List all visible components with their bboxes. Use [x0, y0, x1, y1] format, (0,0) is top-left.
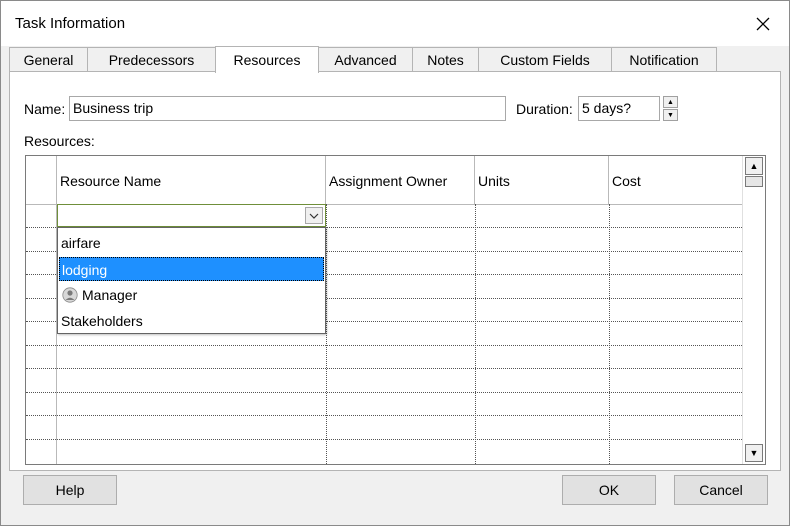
grid-column-line: [475, 204, 476, 464]
combobox-dropdown-button[interactable]: [305, 207, 323, 224]
resource-dropdown-list: airfare lodging Manager Stakeholders: [57, 227, 326, 334]
tab-custom-fields[interactable]: Custom Fields: [478, 47, 612, 71]
spin-down-button[interactable]: ▼: [663, 109, 678, 121]
tab-notes[interactable]: Notes: [412, 47, 479, 71]
dialog-title: Task Information: [15, 15, 126, 32]
triangle-down-icon: ▼: [667, 111, 674, 119]
dropdown-option-airfare[interactable]: airfare: [59, 231, 324, 255]
spin-up-button[interactable]: ▲: [663, 96, 678, 108]
duration-input[interactable]: 5 days?: [578, 96, 660, 121]
column-header-cost[interactable]: Cost: [609, 156, 742, 204]
close-button[interactable]: [741, 5, 785, 43]
tab-resources[interactable]: Resources: [215, 46, 319, 73]
tab-notification[interactable]: Notification: [611, 47, 717, 71]
resource-name-combobox[interactable]: [57, 204, 326, 227]
name-input[interactable]: Business trip: [69, 96, 506, 121]
dropdown-option-lodging[interactable]: lodging: [59, 257, 324, 281]
close-icon: [756, 17, 770, 31]
tab-advanced[interactable]: Advanced: [318, 47, 413, 71]
ok-button[interactable]: OK: [562, 475, 656, 505]
row-selector-column: [26, 156, 57, 464]
column-header-units[interactable]: Units: [475, 156, 609, 204]
grid-row-line: [26, 439, 742, 440]
grid-column-line: [326, 204, 327, 464]
column-header-resource-name[interactable]: Resource Name: [57, 156, 326, 204]
chevron-down-icon: [309, 213, 319, 219]
duration-label: Duration:: [516, 101, 573, 117]
triangle-up-icon: ▲: [749, 161, 759, 171]
cancel-button[interactable]: Cancel: [674, 475, 768, 505]
grid-row-line: [26, 368, 742, 369]
help-button[interactable]: Help: [23, 475, 117, 505]
tab-predecessors[interactable]: Predecessors: [87, 47, 216, 71]
title-bar: Task Information: [1, 1, 789, 46]
triangle-up-icon: ▲: [667, 98, 674, 106]
grid-row-line: [26, 345, 742, 346]
dropdown-option-manager[interactable]: Manager: [59, 283, 324, 307]
duration-spinner: ▲ ▼: [663, 96, 678, 122]
triangle-down-icon: ▼: [749, 448, 759, 458]
tab-general[interactable]: General: [9, 47, 88, 71]
task-information-dialog: Task Information General Predecessors Re…: [0, 0, 790, 526]
column-header-assignment-owner[interactable]: Assignment Owner: [326, 156, 475, 204]
tab-strip: General Predecessors Resources Advanced …: [9, 46, 789, 73]
person-icon: [62, 287, 78, 303]
scroll-up-button[interactable]: ▲: [745, 157, 763, 175]
grid-vertical-scrollbar[interactable]: ▲ ▼: [742, 156, 765, 464]
grid-column-line: [609, 204, 610, 464]
grid-row-line: [26, 415, 742, 416]
scroll-thumb[interactable]: [745, 176, 763, 187]
name-label: Name:: [24, 101, 66, 117]
grid-row-line: [26, 392, 742, 393]
resources-label: Resources:: [24, 133, 95, 149]
scroll-down-button[interactable]: ▼: [745, 444, 763, 462]
dropdown-option-stakeholders[interactable]: Stakeholders: [59, 309, 324, 333]
